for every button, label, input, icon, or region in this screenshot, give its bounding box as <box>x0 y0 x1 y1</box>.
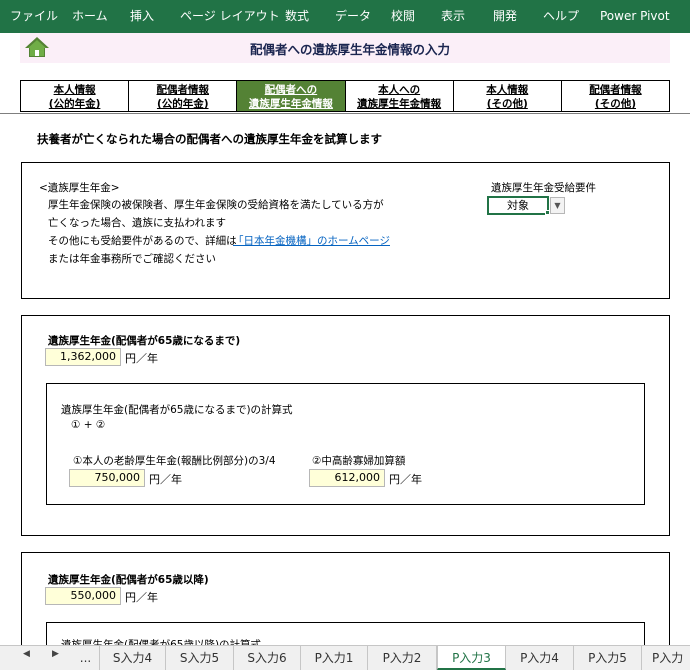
tab-self-public-pension[interactable]: 本人情報 (公的年金) <box>21 81 130 111</box>
info-box: <遺族厚生年金> 厚生年金保険の被保険者、厚生年金保険の受給資格を満たしている方… <box>21 162 670 299</box>
home-icon[interactable] <box>24 35 50 59</box>
sheet-tab[interactable]: P入力5 <box>574 646 642 670</box>
menu-review[interactable]: 校閲 <box>391 0 415 33</box>
menu-data[interactable]: データ <box>335 0 371 33</box>
menu-help[interactable]: ヘルプ <box>543 0 579 33</box>
divider <box>0 113 690 114</box>
tab-self-survivor-pension[interactable]: 本人への 遺族厚生年金情報 <box>346 81 454 111</box>
sheet-tab[interactable]: S入力4 <box>100 646 166 670</box>
sheet-tab[interactable]: S入力5 <box>166 646 234 670</box>
sheet-tab[interactable]: P入力1 <box>301 646 368 670</box>
unit-label: 円／年 <box>149 473 182 486</box>
info-line: 亡くなった場合、遺族に支払われます <box>48 217 226 229</box>
ribbon-menu-bar: ファイル ホーム 挿入 ページ レイアウト 数式 データ 校閲 表示 開発 ヘル… <box>0 0 690 33</box>
tab-spouse-other[interactable]: 配偶者情報 (その他) <box>562 81 669 111</box>
section-title: 遺族厚生年金(配偶者が65歳になるまで) <box>48 335 241 347</box>
formula-title: 遺族厚生年金(配偶者が65歳になるまで)の計算式 <box>61 404 293 416</box>
menu-home[interactable]: ホーム <box>72 0 108 33</box>
sheet-tab[interactable]: P入力2 <box>368 646 437 670</box>
fill-handle[interactable] <box>545 210 550 215</box>
after65-amount-cell[interactable]: 550,000 <box>45 587 121 605</box>
sheet-tab-bar: ◀ ▶ ... S入力4 S入力5 S入力6 P入力1 P入力2 P入力3 P入… <box>0 645 690 670</box>
requirement-value[interactable]: 対象 <box>487 196 549 215</box>
menu-insert[interactable]: 挿入 <box>130 0 154 33</box>
section-tabs: 本人情報 (公的年金) 配偶者情報 (公的年金) 配偶者への 遺族厚生年金情報 本人へ… <box>20 80 670 112</box>
unit-label: 円／年 <box>125 591 158 604</box>
before65-amount-cell[interactable]: 1,362,000 <box>45 348 121 366</box>
sheet-tab[interactable]: S入力6 <box>234 646 301 670</box>
lead-text: 扶養者が亡くなられた場合の配偶者への遺族厚生年金を試算します <box>37 132 382 146</box>
menu-page-layout[interactable]: ページ レイアウト <box>180 0 280 33</box>
unit-label: 円／年 <box>125 352 158 365</box>
sheet-tab[interactable]: P入力 <box>642 646 690 670</box>
next-sheet-icon[interactable]: ▶ <box>52 649 59 659</box>
info-line: または年金事務所でご確認ください <box>48 253 216 265</box>
sheet-tab-active[interactable]: P入力3 <box>437 646 506 670</box>
menu-file[interactable]: ファイル <box>10 0 58 33</box>
info-line: その他にも受給要件があるので、詳細は <box>48 235 237 247</box>
page-header: 配偶者への遺族厚生年金情報の入力 <box>20 33 670 63</box>
formula-expression: ① + ② <box>71 419 106 431</box>
tab-spouse-public-pension[interactable]: 配偶者情報 (公的年金) <box>129 81 238 111</box>
item2-label: ②中高齢寡婦加算額 <box>312 455 406 467</box>
sheet-tab[interactable]: P入力4 <box>506 646 574 670</box>
requirement-select[interactable]: 対象 ▼ <box>487 196 567 215</box>
unit-label: 円／年 <box>389 473 422 486</box>
item2-value-cell[interactable]: 612,000 <box>309 469 385 487</box>
tab-self-other[interactable]: 本人情報 (その他) <box>454 81 562 111</box>
info-heading: <遺族厚生年金> <box>39 182 120 194</box>
menu-developer[interactable]: 開発 <box>493 0 517 33</box>
pension-service-link[interactable]: 「日本年金機構」のホームページ <box>233 233 390 248</box>
requirement-label: 遺族厚生年金受給要件 <box>491 182 596 194</box>
page-title: 配偶者への遺族厚生年金情報の入力 <box>250 42 451 57</box>
item1-value-cell[interactable]: 750,000 <box>69 469 145 487</box>
tab-spouse-survivor-pension[interactable]: 配偶者への 遺族厚生年金情報 <box>237 81 346 111</box>
menu-power-pivot[interactable]: Power Pivot <box>600 0 670 33</box>
menu-formulas[interactable]: 数式 <box>285 0 309 33</box>
prev-sheet-icon[interactable]: ◀ <box>23 649 30 659</box>
sheet-tab-ellipsis[interactable]: ... <box>72 646 100 670</box>
item1-label: ①本人の老齢厚生年金(報酬比例部分)の3/4 <box>73 455 276 467</box>
menu-view[interactable]: 表示 <box>441 0 465 33</box>
before65-formula-box: 遺族厚生年金(配偶者が65歳になるまで)の計算式 ① + ② ①本人の老齢厚生年… <box>46 383 645 505</box>
info-line: 厚生年金保険の被保険者、厚生年金保険の受給資格を満たしている方が <box>48 199 384 211</box>
chevron-down-icon[interactable]: ▼ <box>550 197 565 214</box>
section-title: 遺族厚生年金(配偶者が65歳以降) <box>48 574 209 586</box>
